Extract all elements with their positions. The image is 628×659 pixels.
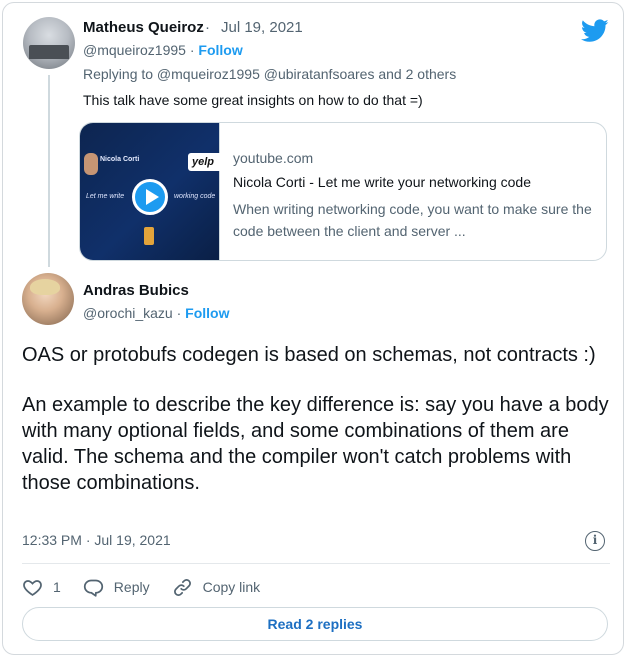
link-icon: [173, 578, 191, 596]
read-replies-button[interactable]: Read 2 replies: [22, 607, 608, 641]
play-icon[interactable]: [132, 179, 168, 215]
like-count: 1: [53, 579, 61, 595]
reply-handle-line: @mqueiroz1995 · Follow: [83, 42, 243, 58]
reply-author-name[interactable]: Matheus Queiroz: [83, 19, 204, 36]
link-title: Nicola Corti - Let me write your network…: [233, 174, 532, 190]
tweet-paragraph-2: An example to describe the key differenc…: [22, 394, 609, 494]
main-handle[interactable]: @orochi_kazu: [83, 305, 173, 321]
yelp-logo: yelp: [188, 153, 226, 171]
main-tweet-text: OAS or protobufs codegen is based on sch…: [22, 342, 614, 496]
reply-date-separator: ·: [205, 19, 210, 36]
divider: [22, 563, 610, 564]
tweet-actions: 1 Reply Copy link: [22, 575, 282, 599]
info-icon[interactable]: i: [585, 531, 605, 551]
link-domain: youtube.com: [233, 150, 314, 166]
tweet-paragraph-1: OAS or protobufs codegen is based on sch…: [22, 344, 596, 366]
twitter-bird-icon[interactable]: [581, 19, 609, 43]
main-author-name[interactable]: Andras Bubics: [83, 282, 189, 299]
avatar-matheus[interactable]: [23, 17, 75, 69]
thumbnail-caption-left: Let me write: [86, 193, 125, 200]
reply-handle-separator: ·: [189, 42, 195, 58]
reply-bubble-icon: [83, 579, 103, 597]
link-preview-card[interactable]: Nicola Corti yelp Let me write working c…: [79, 122, 607, 261]
reply-date[interactable]: Jul 19, 2021: [221, 19, 303, 36]
video-thumbnail[interactable]: Nicola Corti yelp Let me write working c…: [80, 123, 226, 260]
like-button[interactable]: 1: [22, 577, 61, 598]
avatar-andras[interactable]: [22, 273, 74, 325]
link-description: When writing networking code, you want t…: [233, 201, 592, 239]
copy-link-button[interactable]: Copy link: [172, 577, 261, 598]
thread-connector-line: [48, 75, 50, 267]
main-handle-line: @orochi_kazu · Follow: [83, 305, 229, 321]
copy-link-label: Copy link: [202, 579, 261, 595]
speaker-photo: [84, 153, 98, 175]
reply-tweet-text: This talk have some great insights on ho…: [83, 92, 423, 108]
heart-icon: [23, 579, 42, 596]
tweet-timestamp[interactable]: 12:33 PM · Jul 19, 2021: [22, 532, 171, 548]
tweet-embed-card: Matheus Queiroz · Jul 19, 2021 @mqueiroz…: [2, 2, 624, 655]
reply-handle[interactable]: @mqueiroz1995: [83, 42, 186, 58]
thumbnail-speaker-name: Nicola Corti: [100, 156, 140, 163]
thumbnail-caption-right: working code: [174, 193, 216, 200]
replying-to-text: Replying to @mqueiroz1995 @ubiratanfsoar…: [83, 66, 457, 82]
main-handle-separator: ·: [176, 305, 182, 321]
main-follow-link[interactable]: Follow: [185, 305, 229, 321]
reply-button[interactable]: Reply: [83, 577, 150, 598]
reply-follow-link[interactable]: Follow: [198, 42, 242, 58]
reply-label: Reply: [113, 579, 150, 595]
bottle-graphic: [144, 227, 154, 245]
